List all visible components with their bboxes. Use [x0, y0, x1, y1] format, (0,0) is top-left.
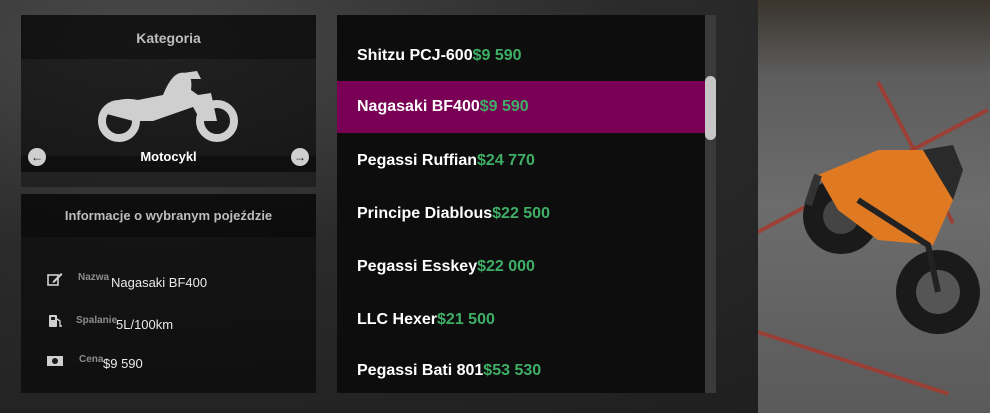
info-row-fuel: Spalanie 5L/100km [21, 312, 316, 336]
vehicle-name: Pegassi Ruffian [357, 152, 478, 169]
info-value: Nagasaki BF400 [111, 275, 208, 290]
vehicle-price: $9 590 [479, 98, 529, 115]
vehicle-name: Shitzu PCJ-600 [357, 47, 473, 64]
garage-viewport [758, 0, 990, 413]
scrollbar-thumb[interactable] [705, 76, 716, 140]
vehicle-list-item-selected[interactable]: Nagasaki BF400$9 590 [337, 81, 705, 133]
info-label: Nazwa [78, 272, 110, 283]
fuel-icon [49, 315, 62, 327]
vehicle-name: Pegassi Esskey [357, 258, 478, 275]
preview-motorcycle [803, 145, 980, 334]
vehicle-price: $24 770 [477, 152, 535, 169]
vehicle-price: $53 530 [483, 362, 542, 379]
info-value: 5L/100km [116, 317, 174, 332]
motorcycle-icon [98, 71, 238, 142]
arrow-right-icon: → [294, 150, 306, 164]
info-label: Cena [79, 354, 104, 365]
vehicle-list-item[interactable]: Pegassi Esskey$22 000 [337, 241, 705, 293]
vehicle-price: $22 000 [477, 258, 535, 275]
vehicle-info-panel: Informacje o wybranym pojeździe Nazwa Na… [21, 194, 316, 393]
info-row-price: Cena $9 590 [21, 352, 316, 376]
vehicle-list-item[interactable]: LLC Hexer$21 500 [337, 294, 705, 346]
info-row-name: Nazwa Nagasaki BF400 [21, 270, 316, 294]
vehicle-list[interactable]: Shitzu PCJ-600$9 590 Nagasaki BF400$9 59… [337, 15, 705, 393]
info-title: Informacje o wybranym pojeździe [21, 194, 316, 237]
info-label: Spalanie [76, 315, 118, 326]
info-value: $9 590 [103, 356, 143, 371]
vehicle-name: Nagasaki BF400 [357, 98, 480, 115]
vehicle-name: Principe Diablous [357, 205, 493, 222]
next-category-button[interactable]: → [291, 148, 309, 166]
money-icon [47, 356, 63, 366]
vehicle-list-item[interactable]: Pegassi Ruffian$24 770 [337, 135, 705, 187]
vehicle-price: $9 590 [472, 47, 522, 64]
vehicle-name: LLC Hexer [357, 311, 438, 328]
edit-icon [47, 273, 63, 286]
category-name: Motocykl [140, 149, 197, 164]
vehicle-list-item[interactable]: Shitzu PCJ-600$9 590 [337, 30, 705, 82]
vehicle-list-item[interactable]: Pegassi Bati 801$53 530 [337, 345, 705, 393]
category-title: Kategoria [21, 15, 316, 59]
vehicle-list-item[interactable]: Principe Diablous$22 500 [337, 188, 705, 240]
vehicle-list-scrollbar[interactable] [705, 15, 716, 393]
vehicle-price: $22 500 [492, 205, 550, 222]
vehicle-price: $21 500 [437, 311, 495, 328]
vehicle-name: Pegassi Bati 801 [357, 362, 484, 379]
